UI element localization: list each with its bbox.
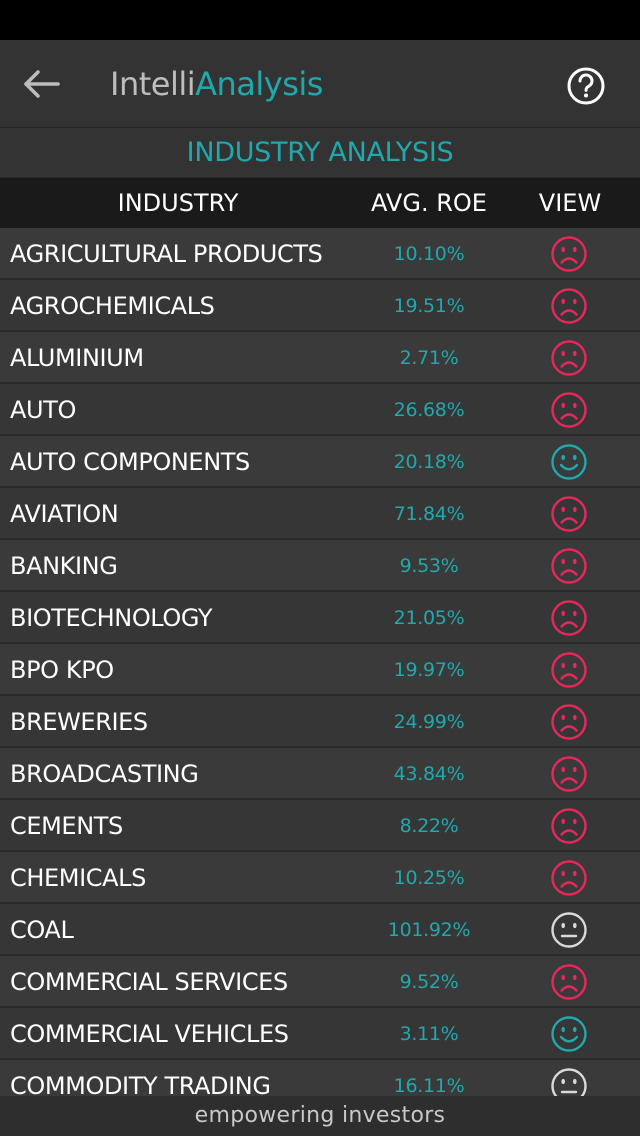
industry-name: AGRICULTURAL PRODUCTS: [10, 240, 323, 268]
industry-name: BREWERIES: [10, 708, 148, 736]
sad-face-icon[interactable]: [550, 755, 588, 793]
sad-face-icon[interactable]: [550, 495, 588, 533]
table-row[interactable]: AGRICULTURAL PRODUCTS 10.10%: [0, 228, 640, 280]
avg-roe-value: 20.18%: [393, 451, 465, 473]
sad-face-icon[interactable]: [550, 235, 588, 273]
sad-face-icon[interactable]: [550, 859, 588, 897]
avg-roe-value: 26.68%: [393, 399, 465, 421]
sad-face-icon[interactable]: [550, 703, 588, 741]
table-row[interactable]: CHEMICALS 10.25%: [0, 852, 640, 904]
table-row[interactable]: BREWERIES 24.99%: [0, 696, 640, 748]
avg-roe-value: 2.71%: [399, 347, 459, 369]
question-circle-icon: [567, 67, 605, 105]
table-header: INDUSTRY AVG. ROE VIEW: [0, 178, 640, 228]
industry-name: COMMERCIAL VEHICLES: [10, 1020, 289, 1048]
app-title-part1: Intelli: [110, 65, 196, 103]
help-button[interactable]: [564, 64, 608, 108]
neutral-face-icon[interactable]: [550, 911, 588, 949]
industry-name: AGROCHEMICALS: [10, 292, 215, 320]
avg-roe-value: 43.84%: [393, 763, 465, 785]
avg-roe-value: 3.11%: [399, 1023, 459, 1045]
sad-face-icon[interactable]: [550, 547, 588, 585]
avg-roe-value: 19.97%: [393, 659, 465, 681]
avg-roe-value: 10.10%: [393, 243, 465, 265]
status-bar: [0, 0, 640, 40]
sad-face-icon[interactable]: [550, 651, 588, 689]
sad-face-icon[interactable]: [550, 599, 588, 637]
table-row[interactable]: COMMERCIAL VEHICLES 3.11%: [0, 1008, 640, 1060]
avg-roe-value: 71.84%: [393, 503, 465, 525]
table-row[interactable]: BIOTECHNOLOGY 21.05%: [0, 592, 640, 644]
table-row[interactable]: AVIATION 71.84%: [0, 488, 640, 540]
table-row[interactable]: BPO KPO 19.97%: [0, 644, 640, 696]
avg-roe-value: 24.99%: [393, 711, 465, 733]
industry-name: CEMENTS: [10, 812, 123, 840]
back-button[interactable]: [18, 62, 66, 106]
table-row[interactable]: COMMODITY TRADING 16.11%: [0, 1060, 640, 1096]
table-row[interactable]: AGROCHEMICALS 19.51%: [0, 280, 640, 332]
industry-name: BANKING: [10, 552, 118, 580]
avg-roe-value: 21.05%: [393, 607, 465, 629]
industry-name: CHEMICALS: [10, 864, 146, 892]
industry-name: COAL: [10, 916, 74, 944]
industry-name: BIOTECHNOLOGY: [10, 604, 213, 632]
avg-roe-value: 9.52%: [399, 971, 459, 993]
app-title-part2: Analysis: [195, 65, 323, 103]
table-row[interactable]: CEMENTS 8.22%: [0, 800, 640, 852]
industry-name: COMMODITY TRADING: [10, 1072, 271, 1096]
avg-roe-value: 16.11%: [393, 1075, 465, 1096]
section-title: INDUSTRY ANALYSIS: [0, 128, 640, 178]
column-header-view: VIEW: [538, 189, 602, 217]
table-row[interactable]: COMMERCIAL SERVICES 9.52%: [0, 956, 640, 1008]
happy-face-icon[interactable]: [550, 1015, 588, 1053]
app-bar: IntelliAnalysis: [0, 40, 640, 128]
avg-roe-value: 9.53%: [399, 555, 459, 577]
industry-name: AUTO COMPONENTS: [10, 448, 250, 476]
column-header-avg-roe: AVG. ROE: [371, 189, 487, 217]
industry-name: BPO KPO: [10, 656, 114, 684]
industry-name: ALUMINIUM: [10, 344, 144, 372]
happy-face-icon[interactable]: [550, 443, 588, 481]
sad-face-icon[interactable]: [550, 807, 588, 845]
table-row[interactable]: AUTO 26.68%: [0, 384, 640, 436]
avg-roe-value: 19.51%: [393, 295, 465, 317]
column-header-industry: INDUSTRY: [117, 189, 239, 217]
table-row[interactable]: ALUMINIUM 2.71%: [0, 332, 640, 384]
avg-roe-value: 10.25%: [393, 867, 465, 889]
footer-tagline: empowering investors: [0, 1096, 640, 1136]
arrow-left-icon: [24, 70, 60, 98]
sad-face-icon[interactable]: [550, 963, 588, 1001]
table-row[interactable]: COAL 101.92%: [0, 904, 640, 956]
table-row[interactable]: AUTO COMPONENTS 20.18%: [0, 436, 640, 488]
table-row[interactable]: BANKING 9.53%: [0, 540, 640, 592]
sad-face-icon[interactable]: [550, 391, 588, 429]
app-logo: IntelliAnalysis: [110, 64, 323, 104]
industry-name: COMMERCIAL SERVICES: [10, 968, 288, 996]
neutral-face-icon[interactable]: [550, 1067, 588, 1096]
industry-name: AUTO: [10, 396, 76, 424]
industry-list[interactable]: AGRICULTURAL PRODUCTS 10.10% AGROCHEMICALS…: [0, 228, 640, 1096]
avg-roe-value: 101.92%: [387, 919, 471, 941]
table-row[interactable]: BROADCASTING 43.84%: [0, 748, 640, 800]
sad-face-icon[interactable]: [550, 287, 588, 325]
industry-name: AVIATION: [10, 500, 119, 528]
industry-name: BROADCASTING: [10, 760, 199, 788]
sad-face-icon[interactable]: [550, 339, 588, 377]
avg-roe-value: 8.22%: [399, 815, 459, 837]
